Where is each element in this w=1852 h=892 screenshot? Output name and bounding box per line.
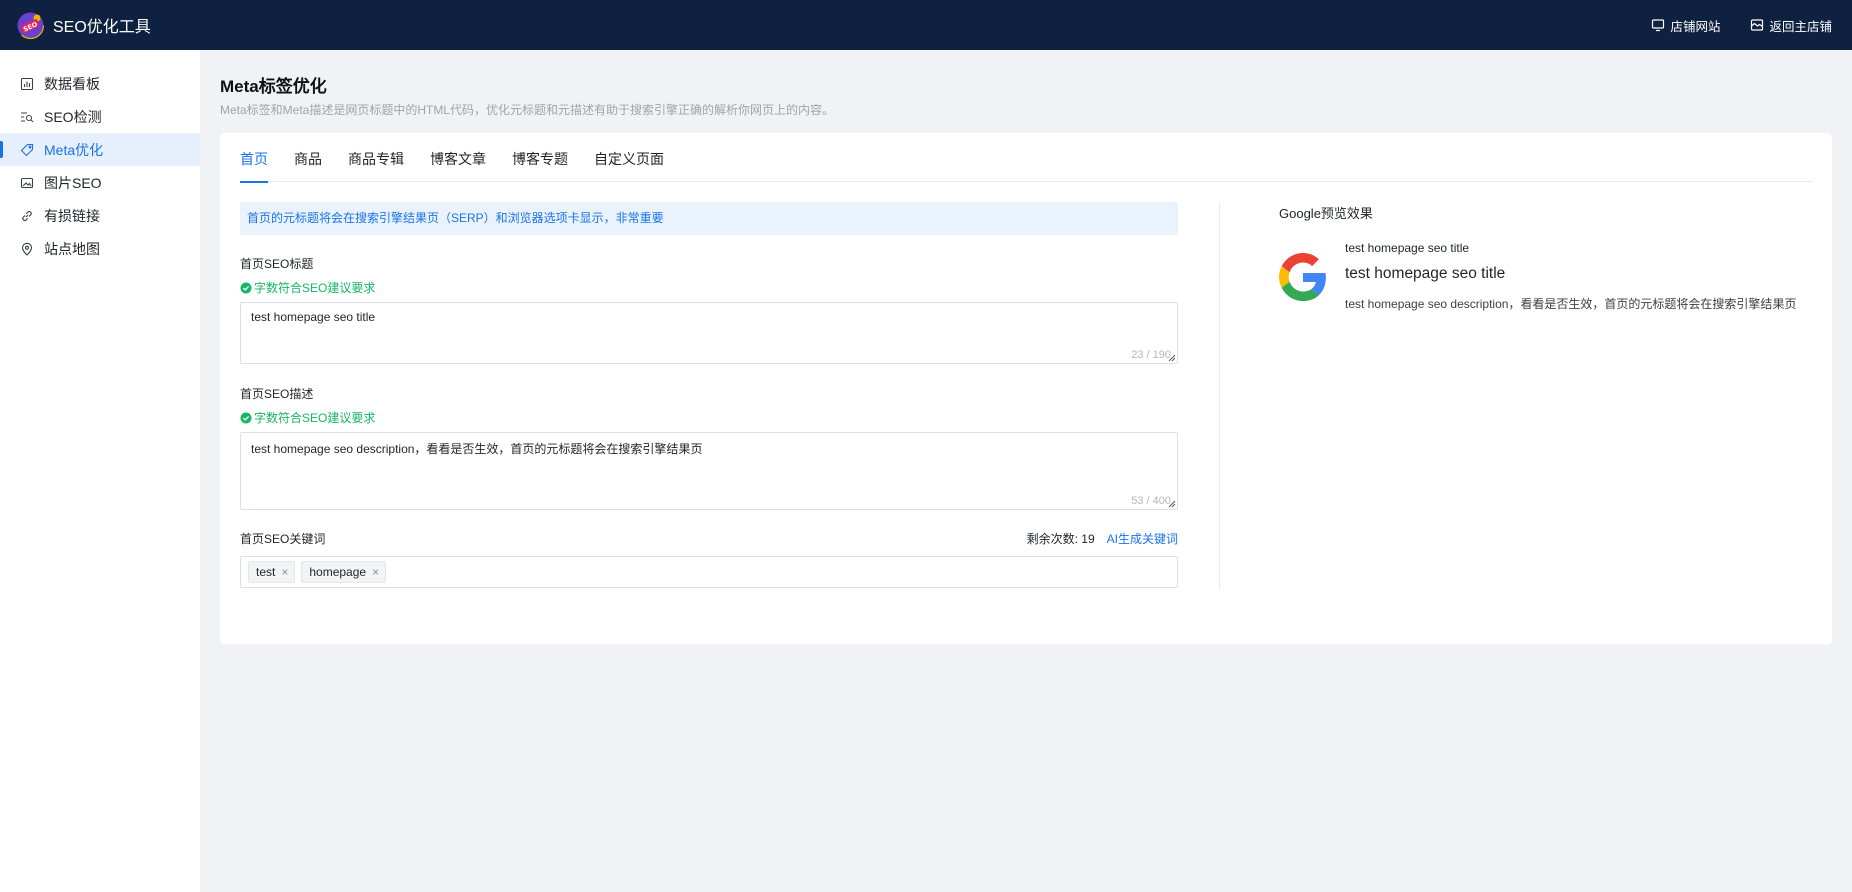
seo-title-textarea[interactable]: test homepage seo title 23 / 190 [240, 302, 1178, 364]
column-divider [1219, 202, 1220, 589]
app-title: SEO优化工具 [53, 19, 151, 36]
info-notice: 首页的元标题将会在搜索引擎结果页（SERP）和浏览器选项卡显示，非常重要 [240, 202, 1178, 235]
seo-desc-label: 首页SEO描述 [240, 387, 314, 401]
store-website-link[interactable]: 店铺网站 [1651, 16, 1720, 35]
keywords-tag-input[interactable]: test × homepage × [240, 556, 1178, 588]
sidebar-item-label: Meta优化 [44, 141, 104, 158]
resize-handle-icon[interactable] [1168, 354, 1176, 362]
seo-title-label: 首页SEO标题 [240, 257, 314, 271]
sidebar-item-broken-links[interactable]: 有损链接 [0, 199, 200, 232]
page-title: Meta标签优化 [220, 77, 327, 96]
sidebar-item-label: 图片SEO [44, 174, 102, 191]
keywords-actions: 剩余次数: 19 AI生成关键词 [1027, 530, 1178, 547]
tag-icon [20, 143, 34, 156]
brand: SEO SEO优化工具 [16, 11, 151, 40]
monitor-icon [1652, 19, 1665, 32]
check-circle-icon [240, 282, 252, 293]
seo-form: 首页的元标题将会在搜索引擎结果页（SERP）和浏览器选项卡显示，非常重要 首页S… [240, 202, 1178, 588]
image-icon [20, 177, 34, 188]
tab-products[interactable]: 商品 [294, 133, 322, 182]
ai-generate-keywords-link[interactable]: AI生成关键词 [1107, 530, 1178, 547]
sidebar-item-label: SEO检测 [44, 108, 102, 125]
tab-homepage[interactable]: 首页 [240, 133, 268, 183]
keyword-tag: test × [248, 561, 296, 583]
seo-desc-value: test homepage seo description，看看是否生效，首页的… [251, 442, 703, 456]
back-to-store-label: 返回主店铺 [1769, 19, 1832, 34]
remaining-count: 剩余次数: 19 [1027, 530, 1095, 547]
keywords-header: 首页SEO关键词 剩余次数: 19 AI生成关键词 [240, 530, 1178, 547]
page-subtitle: Meta标签和Meta描述是网页标题中的HTML代码，优化元标题和元描述有助于搜… [220, 103, 835, 117]
keyword-tag-text: homepage [309, 565, 367, 579]
chart-board-icon [20, 77, 34, 90]
serp-title: test homepage seo title [1345, 265, 1506, 282]
seo-desc-status: 字数符合SEO建议要求 [240, 409, 1178, 426]
tab-blog-posts[interactable]: 博客文章 [430, 133, 486, 182]
seo-desc-status-text: 字数符合SEO建议要求 [254, 411, 376, 425]
serp-url-line: test homepage seo title [1345, 241, 1470, 255]
close-icon[interactable]: × [372, 562, 379, 582]
seo-keywords-label: 首页SEO关键词 [240, 532, 326, 546]
resize-handle-icon[interactable] [1168, 500, 1176, 508]
page-type-tabs: 首页 商品 商品专辑 博客文章 博客专题 自定义页面 [240, 133, 1812, 183]
google-logo-icon [1279, 253, 1326, 301]
seo-scan-icon [21, 111, 34, 122]
sidebar-item-label: 有损链接 [44, 207, 100, 224]
seo-title-status: 字数符合SEO建议要求 [240, 279, 1178, 296]
seo-title-counter: 23 / 190 [1131, 349, 1171, 361]
store-icon [1751, 19, 1764, 31]
top-bar: SEO SEO优化工具 店铺网站 返回主店铺 [0, 0, 1852, 50]
tab-collections[interactable]: 商品专辑 [348, 133, 404, 182]
sidebar-item-meta[interactable]: Meta优化 [0, 133, 200, 166]
sidebar-item-label: 站点地图 [44, 240, 100, 257]
keyword-tag: homepage × [301, 561, 387, 583]
sidebar-item-label: 数据看板 [44, 75, 100, 92]
sidebar-item-seo-check[interactable]: SEO检测 [0, 100, 200, 133]
seo-desc-counter: 53 / 400 [1131, 495, 1171, 507]
serp-preview: test homepage seo title test homepage se… [1279, 241, 1799, 312]
page-header: Meta标签优化 Meta标签和Meta描述是网页标题中的HTML代码，优化元标… [220, 72, 834, 118]
sidebar: 数据看板 SEO检测 Meta优化 图片SEO 有损链接 站点地图 [0, 50, 200, 892]
keyword-tag-text: test [256, 565, 276, 579]
back-to-store-link[interactable]: 返回主店铺 [1750, 16, 1832, 35]
tab-blog-topics[interactable]: 博客专题 [512, 133, 568, 182]
location-pin-icon [21, 242, 33, 256]
app-logo-icon: SEO [16, 11, 45, 40]
sidebar-item-dashboard[interactable]: 数据看板 [0, 67, 200, 100]
serp-text: test homepage seo title test homepage se… [1345, 241, 1796, 312]
seo-desc-textarea[interactable]: test homepage seo description，看看是否生效，首页的… [240, 432, 1178, 510]
close-icon[interactable]: × [281, 562, 288, 582]
link-icon [22, 210, 32, 221]
remaining-value: 19 [1081, 532, 1095, 546]
sidebar-item-sitemap[interactable]: 站点地图 [0, 232, 200, 265]
seo-title-value: test homepage seo title [251, 310, 376, 324]
top-actions: 店铺网站 返回主店铺 [1651, 16, 1832, 35]
tab-custom-pages[interactable]: 自定义页面 [594, 133, 664, 182]
meta-settings-card: 首页 商品 商品专辑 博客文章 博客专题 自定义页面 首页的元标题将会在搜索引擎… [220, 133, 1832, 644]
google-preview: Google预览效果 test homepage seo title test … [1279, 202, 1799, 312]
store-website-label: 店铺网站 [1670, 19, 1721, 34]
sidebar-item-image-seo[interactable]: 图片SEO [0, 166, 200, 199]
preview-heading: Google预览效果 [1279, 206, 1373, 221]
seo-title-status-text: 字数符合SEO建议要求 [254, 281, 376, 295]
serp-description: test homepage seo description，看看是否生效，首页的… [1345, 297, 1797, 311]
check-circle-icon [240, 412, 252, 423]
remaining-label: 剩余次数: [1026, 532, 1078, 546]
